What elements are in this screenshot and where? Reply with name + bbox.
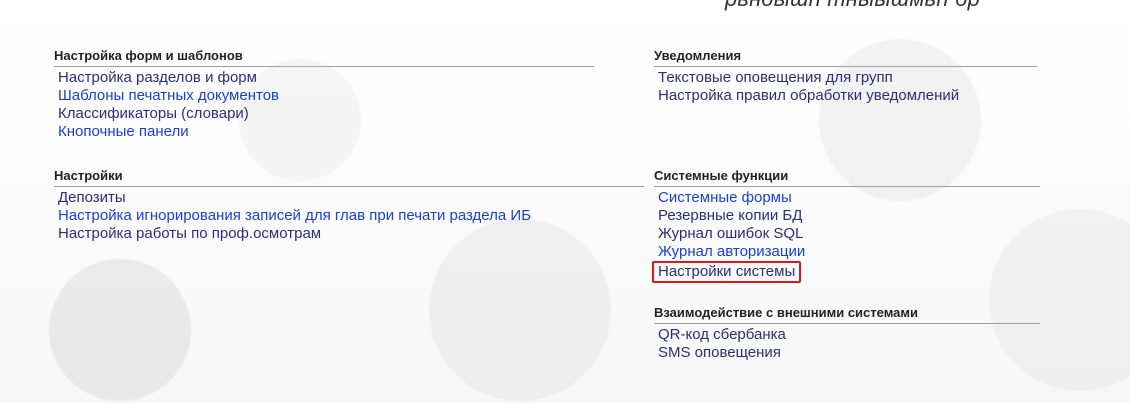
section-links-notifications: Текстовые оповещения для групп Настройка… bbox=[654, 69, 1037, 105]
link-notification-rules[interactable]: Настройка правил обработки уведомлений bbox=[658, 87, 1037, 105]
link-sql-errors[interactable]: Журнал ошибок SQL bbox=[658, 225, 1040, 243]
link-button-panels[interactable]: Кнопочные панели bbox=[58, 123, 594, 141]
section-links-forms: Настройка разделов и форм Шаблоны печатн… bbox=[54, 69, 594, 141]
section-title-external: Взаимодействие с внешними системами bbox=[654, 305, 1040, 324]
section-title-settings: Настройки bbox=[54, 168, 644, 187]
link-sections-forms[interactable]: Настройка разделов и форм bbox=[58, 69, 594, 87]
section-settings: Настройки Депозиты Настройка игнорирован… bbox=[54, 168, 644, 243]
section-title-system: Системные функции bbox=[654, 168, 1040, 187]
link-ignore-records[interactable]: Настройка игнорирования записей для глав… bbox=[58, 207, 644, 225]
link-print-templates[interactable]: Шаблоны печатных документов bbox=[58, 87, 594, 105]
link-db-backups[interactable]: Резервные копии БД bbox=[658, 207, 1040, 225]
section-forms: Настройка форм и шаблонов Настройка разд… bbox=[54, 48, 594, 141]
link-auth-log[interactable]: Журнал авторизации bbox=[658, 243, 1040, 261]
link-sms-notifications[interactable]: SMS оповещения bbox=[658, 344, 1040, 362]
section-links-external: QR-код сбербанка SMS оповещения bbox=[654, 326, 1040, 362]
link-deposits[interactable]: Депозиты bbox=[58, 189, 644, 207]
link-system-settings[interactable]: Настройки системы bbox=[652, 261, 802, 283]
section-title-notifications: Уведомления bbox=[654, 48, 1037, 67]
link-system-forms[interactable]: Системные формы bbox=[658, 189, 1040, 207]
top-partial-text: рвндышп тныышмьп бр bbox=[725, 0, 980, 12]
section-title-forms: Настройка форм и шаблонов bbox=[54, 48, 594, 67]
section-system: Системные функции Системные формы Резерв… bbox=[652, 168, 1040, 283]
section-links-settings: Депозиты Настройка игнорирования записей… bbox=[54, 189, 644, 243]
link-classifiers[interactable]: Классификаторы (словари) bbox=[58, 105, 594, 123]
section-external: Взаимодействие с внешними системами QR-к… bbox=[654, 305, 1040, 362]
link-qr-sberbank[interactable]: QR-код сбербанка bbox=[658, 326, 1040, 344]
section-notifications: Уведомления Текстовые оповещения для гру… bbox=[654, 48, 1037, 105]
link-text-notifications[interactable]: Текстовые оповещения для групп bbox=[658, 69, 1037, 87]
link-prof-exams[interactable]: Настройка работы по проф.осмотрам bbox=[58, 225, 644, 243]
section-links-system: Системные формы Резервные копии БД Журна… bbox=[652, 189, 1040, 283]
